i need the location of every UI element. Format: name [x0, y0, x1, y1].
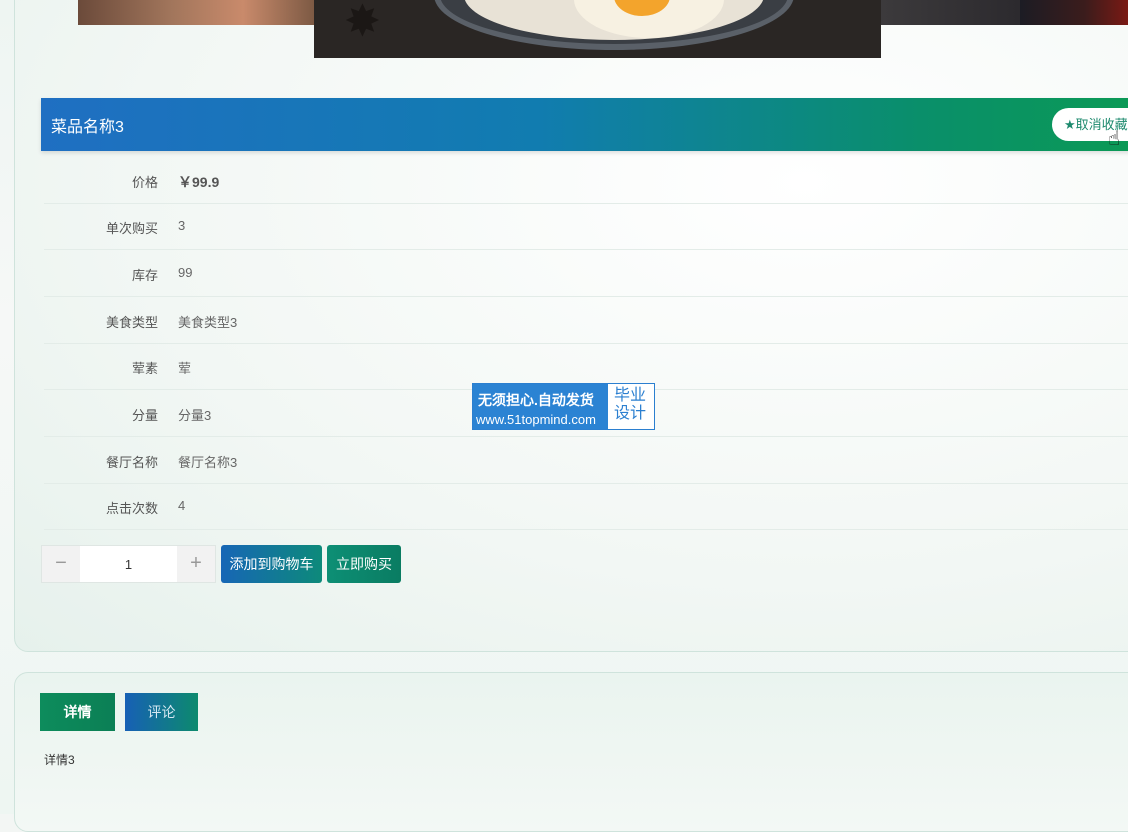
hand-cursor-icon: ☝	[1108, 128, 1121, 150]
detail-value: 99	[178, 265, 193, 280]
carousel-image-far-right[interactable]	[1020, 0, 1128, 25]
detail-label: 价格	[131, 175, 158, 190]
add-to-cart-button[interactable]: 添加到购物车	[221, 545, 322, 583]
detail-value-price: ￥99.9	[178, 174, 220, 190]
watermark-left-panel: 无须担心.自动发货 www.51topmind.com	[473, 384, 608, 429]
detail-row-price: 价格 ￥99.9	[44, 157, 1128, 204]
detail-row-food-type: 美食类型 美食类型3	[44, 297, 1128, 344]
detail-label: 美食类型	[105, 315, 158, 330]
buy-now-button[interactable]: 立即购买	[327, 545, 401, 583]
detail-label: 分量	[131, 408, 158, 423]
watermark-line2: www.51topmind.com	[476, 412, 596, 427]
detail-label: 荤素	[131, 361, 158, 376]
carousel-image-right[interactable]	[881, 0, 1020, 25]
detail-row-restaurant: 餐厅名称 餐厅名称3	[44, 437, 1128, 484]
tab-detail[interactable]: 详情	[40, 693, 115, 731]
detail-label: 单次购买	[105, 221, 158, 236]
detail-label: 库存	[131, 268, 158, 283]
detail-content: 详情3	[44, 753, 75, 767]
product-title: 菜品名称3	[51, 119, 124, 136]
detail-value: 4	[178, 498, 186, 513]
detail-value: 美食类型3	[178, 315, 238, 330]
watermark-line1: 无须担心.自动发货	[478, 392, 594, 408]
carousel-image-main[interactable]: ✸	[314, 0, 881, 58]
detail-value: 荤	[178, 361, 192, 376]
quantity-plus-button[interactable]: +	[177, 546, 215, 582]
detail-label: 餐厅名称	[105, 455, 158, 470]
quantity-minus-button[interactable]: −	[42, 546, 80, 582]
quantity-stepper: − +	[41, 545, 216, 583]
star-anise-decoration: ✸	[344, 0, 381, 46]
watermark-side: 毕业设计	[614, 387, 647, 422]
detail-row-single-purchase: 单次购买 3	[44, 203, 1128, 250]
detail-value: 餐厅名称3	[178, 455, 238, 470]
detail-label: 点击次数	[105, 501, 158, 516]
tab-comment[interactable]: 评论	[125, 693, 198, 731]
detail-row-click-count: 点击次数 4	[44, 483, 1128, 530]
carousel-image-left[interactable]	[78, 0, 314, 25]
detail-row-stock: 库存 99	[44, 250, 1128, 297]
product-title-bar: 菜品名称3 ★取消收藏	[41, 98, 1128, 151]
detail-value: 分量3	[178, 408, 212, 423]
quantity-input[interactable]	[80, 546, 177, 582]
watermark-badge: 无须担心.自动发货 www.51topmind.com 毕业设计	[472, 383, 655, 430]
detail-value: 3	[178, 218, 186, 233]
